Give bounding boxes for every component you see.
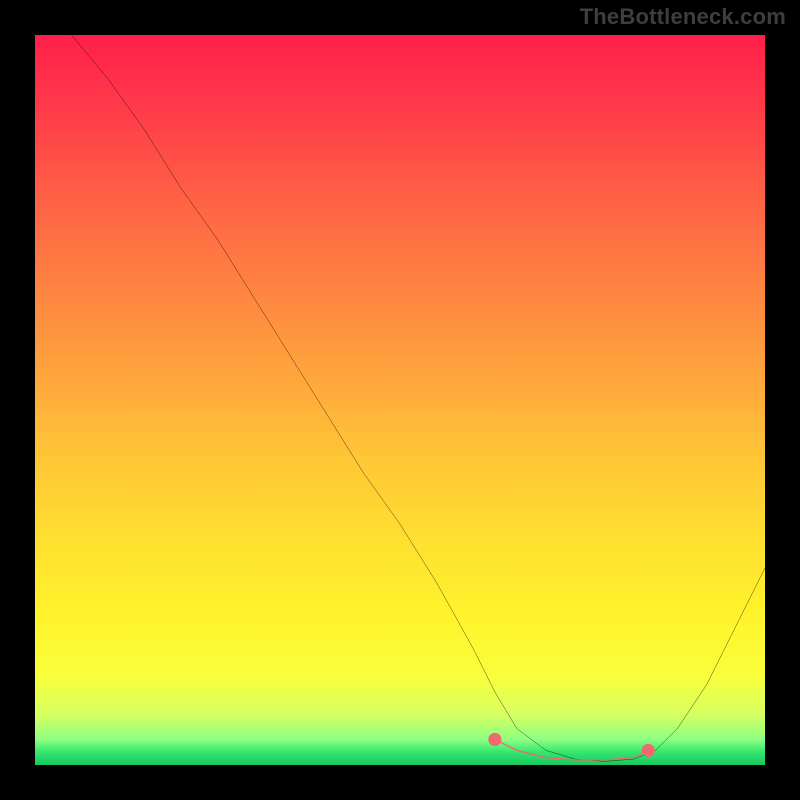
bottleneck-curve-path <box>72 35 766 761</box>
optimal-range-dot <box>642 744 655 757</box>
plot-area <box>35 35 765 765</box>
curve-layer <box>35 35 765 765</box>
chart-stage: TheBottleneck.com <box>0 0 800 800</box>
watermark-text: TheBottleneck.com <box>580 4 786 30</box>
optimal-range-dot <box>488 733 501 746</box>
optimal-range-path <box>495 739 648 759</box>
optimal-range-dots <box>488 733 654 757</box>
